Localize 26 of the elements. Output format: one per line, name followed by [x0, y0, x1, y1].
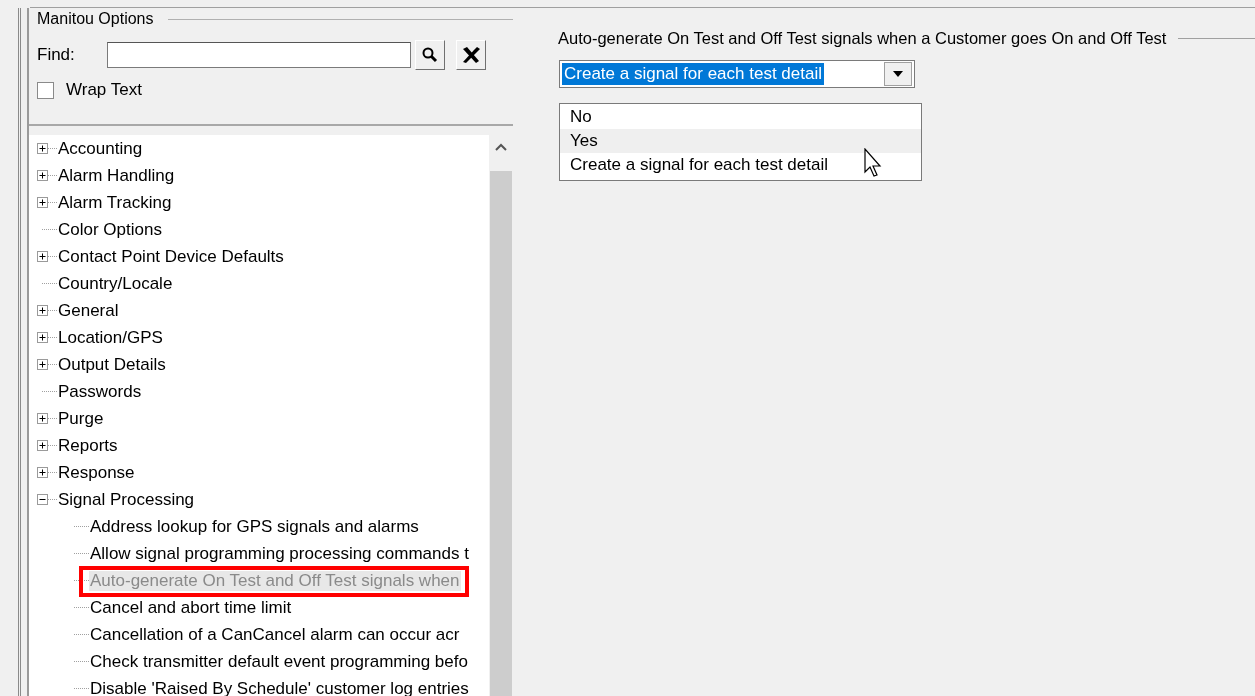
group-title: Manitou Options: [37, 10, 154, 28]
dropdown-value: Create a signal for each test detail: [562, 63, 824, 85]
tree-item[interactable]: Check transmitter default event programming befo: [89, 651, 469, 672]
tree-item[interactable]: Allow signal programming processing commands t: [89, 543, 470, 564]
tree-item[interactable]: Cancellation of a CanCancel alarm can occur acr: [89, 624, 461, 645]
wrap-text-label: Wrap Text: [66, 80, 142, 100]
setting-dropdown[interactable]: Create a signal for each test detail: [559, 60, 915, 88]
tree-item[interactable]: Passwords: [57, 381, 143, 402]
tree-item[interactable]: Color Options: [57, 219, 163, 240]
find-label: Find:: [37, 45, 76, 65]
tree-item[interactable]: Reports: [57, 435, 119, 456]
tree-item[interactable]: Purge: [57, 408, 105, 429]
tree-item[interactable]: General: [57, 300, 120, 321]
tree-item[interactable]: Accounting: [57, 138, 144, 159]
tree-item[interactable]: Location/GPS: [57, 327, 164, 348]
tree-item[interactable]: Signal Processing: [57, 489, 196, 510]
tree-item[interactable]: Alarm Tracking: [57, 192, 173, 213]
dropdown-option[interactable]: Yes: [560, 129, 921, 153]
tree-item[interactable]: Country/Locale: [57, 273, 174, 294]
tree-item[interactable]: Output Details: [57, 354, 167, 375]
tree-item[interactable]: Response: [57, 462, 136, 483]
tree-item[interactable]: Address lookup for GPS signals and alarms: [89, 516, 420, 537]
tree-item[interactable]: Alarm Handling: [57, 165, 176, 186]
setting-label: Auto-generate On Test and Off Test signals when a Customer goes On and Off Test: [558, 29, 1167, 48]
tree-item[interactable]: Cancel and abort time limit: [89, 597, 293, 618]
tree-item[interactable]: Contact Point Device Defaults: [57, 246, 285, 267]
